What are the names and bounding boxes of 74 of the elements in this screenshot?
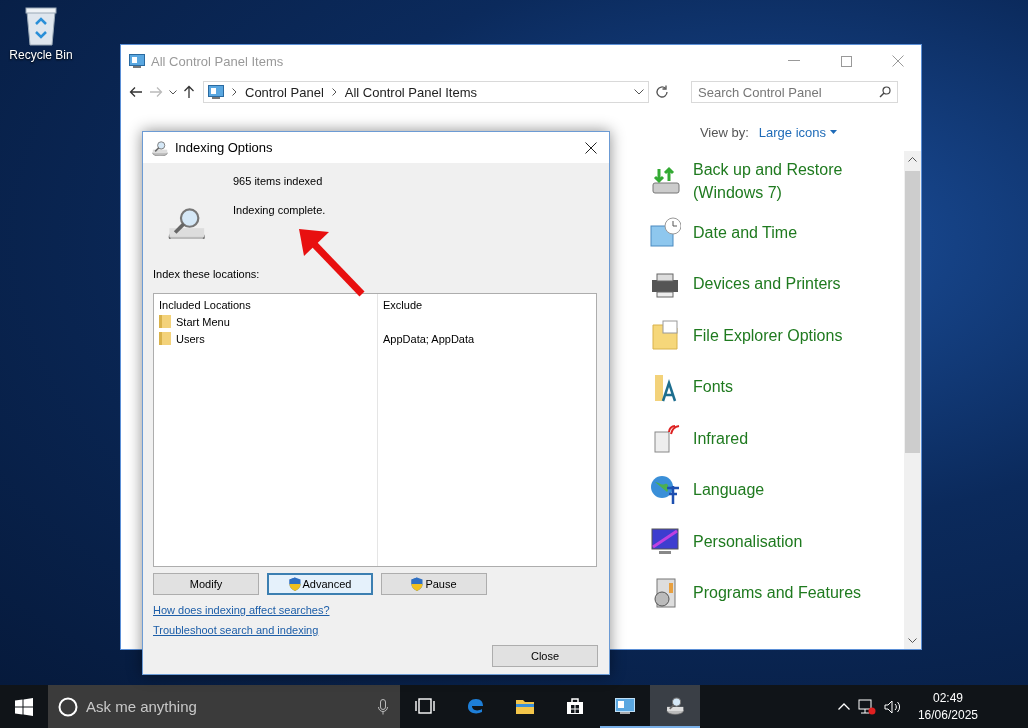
- back-arrow-icon[interactable]: [129, 86, 143, 98]
- folder-icon: [159, 332, 171, 345]
- help-link[interactable]: How does indexing affect searches?: [153, 604, 330, 616]
- recycle-bin-icon[interactable]: [24, 6, 58, 46]
- chevron-up-icon[interactable]: [837, 703, 850, 710]
- desktop-icon-label[interactable]: Recycle Bin: [9, 48, 73, 62]
- folder-icon: [159, 315, 171, 328]
- taskbar-app-button[interactable]: [650, 685, 700, 728]
- control-panel-icon: [129, 54, 145, 68]
- up-arrow-icon[interactable]: [183, 85, 195, 99]
- column-header[interactable]: Included Locations: [159, 298, 372, 311]
- microphone-icon: [378, 698, 388, 715]
- locations-list[interactable]: Included Locations Start Menu Users Exclude AppData; AppData: [153, 293, 597, 567]
- control-panel-icon: [615, 695, 635, 716]
- network-icon[interactable]: [857, 698, 876, 715]
- items-indexed-count: 965 items indexed: [233, 175, 324, 187]
- clock-time: 02:49: [932, 689, 963, 707]
- control-panel-item-link[interactable]: File Explorer Options: [693, 323, 883, 347]
- help-link[interactable]: Troubleshoot search and indexing: [153, 624, 319, 636]
- indexing-icon: [665, 695, 685, 716]
- control-panel-item-link[interactable]: Back up and Restore (Windows 7): [693, 157, 883, 204]
- view-by-label: View by:: [699, 124, 749, 140]
- scrollbar-thumb[interactable]: [905, 171, 920, 453]
- location-name[interactable]: Start Menu: [176, 315, 230, 328]
- dialog-button[interactable]: Advanced: [267, 573, 373, 595]
- clock-date: 16/06/2025: [917, 706, 978, 724]
- breadcrumb-item[interactable]: All Control Panel Items: [344, 84, 477, 100]
- scroll-up-icon[interactable]: [908, 157, 917, 162]
- shield-icon: [411, 577, 424, 591]
- taskbar-search-box[interactable]: Ask me anything: [48, 685, 400, 728]
- control-panel-item-link[interactable]: Fonts: [693, 375, 883, 399]
- indexing-status: Indexing complete.: [233, 204, 326, 216]
- control-panel-item-link[interactable]: Infrared: [693, 426, 883, 450]
- volume-icon[interactable]: [883, 699, 902, 714]
- scroll-down-icon[interactable]: [908, 638, 917, 643]
- breadcrumb-item[interactable]: Control Panel: [245, 84, 324, 100]
- control-panel-item-link[interactable]: Programs and Features: [693, 581, 883, 605]
- column-header[interactable]: Exclude: [383, 298, 591, 311]
- minimize-icon[interactable]: [788, 60, 800, 62]
- chevron-right-icon[interactable]: [331, 88, 337, 96]
- maximize-icon[interactable]: [840, 55, 852, 67]
- scrollbar[interactable]: [904, 151, 921, 649]
- control-panel-item-link[interactable]: Date and Time: [693, 220, 883, 244]
- dialog-title: Indexing Options: [175, 140, 274, 155]
- control-panel-item-icon[interactable]: [649, 473, 681, 506]
- control-panel-item-link[interactable]: Personalisation: [693, 529, 883, 553]
- chevron-down-icon[interactable]: [634, 89, 644, 95]
- window-title: All Control Panel Items: [151, 53, 285, 69]
- control-panel-item-link[interactable]: Language: [693, 478, 883, 502]
- caret-icon: [830, 130, 837, 134]
- dialog-button[interactable]: Modify: [153, 573, 259, 595]
- task-view-icon: [415, 695, 435, 716]
- address-bar[interactable]: Control Panel All Control Panel Items: [203, 81, 649, 103]
- store-icon: [565, 695, 585, 716]
- control-panel-icon: [208, 85, 224, 99]
- indexing-icon: [151, 139, 169, 156]
- shield-icon: [288, 577, 301, 591]
- refresh-icon[interactable]: [655, 85, 669, 99]
- search-icon: [879, 86, 891, 98]
- cortana-icon: [58, 696, 78, 717]
- close-icon[interactable]: [585, 141, 597, 154]
- location-name[interactable]: Users: [176, 332, 205, 345]
- locations-label: Index these locations:: [153, 268, 260, 282]
- windows-start-icon[interactable]: [15, 697, 33, 716]
- control-panel-item-link[interactable]: Devices and Printers: [693, 272, 883, 296]
- dialog-button[interactable]: Pause: [381, 573, 487, 595]
- close-button[interactable]: Close: [492, 645, 598, 667]
- view-by-dropdown[interactable]: Large icons: [758, 124, 837, 140]
- taskbar-search-field[interactable]: Ask me anything: [84, 697, 372, 716]
- search-box[interactable]: Search Control Panel: [691, 81, 898, 103]
- annotation-arrow: [299, 229, 365, 297]
- chevron-down-icon[interactable]: [169, 89, 177, 95]
- exclude-value: AppData; AppData: [383, 332, 475, 345]
- chevron-right-icon[interactable]: [232, 88, 237, 96]
